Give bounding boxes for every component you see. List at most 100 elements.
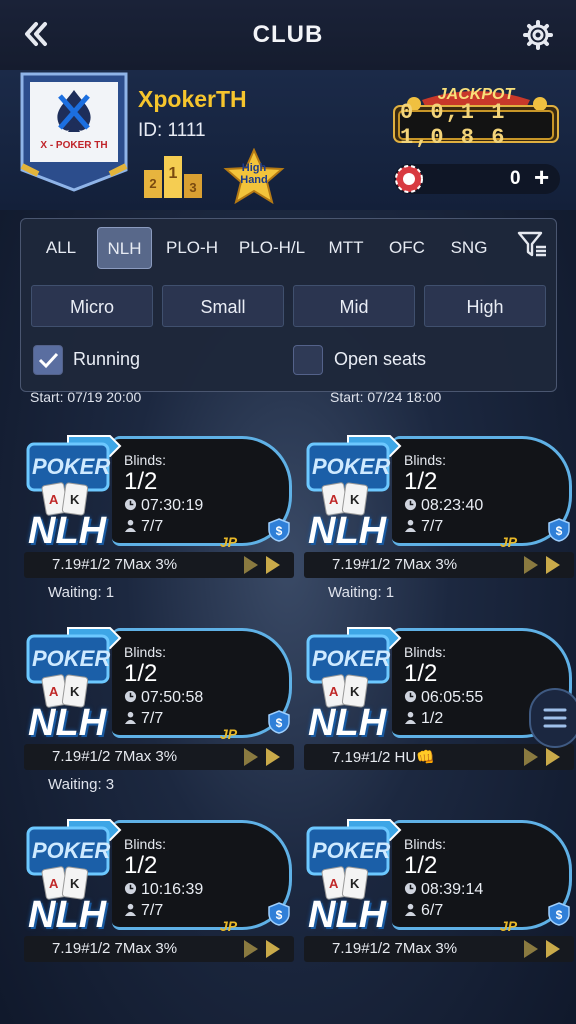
chip-icon <box>394 164 424 194</box>
svg-text:A: A <box>329 492 339 507</box>
tab-all[interactable]: ALL <box>35 227 87 269</box>
insurance-shield-icon: $ <box>548 902 570 926</box>
seats-value: 7/7 <box>421 518 444 535</box>
jackpot-tag: JP <box>500 534 518 550</box>
settings-button[interactable] <box>522 19 554 51</box>
game-logo: A K POKER NLH <box>24 432 124 554</box>
add-chips-button[interactable]: + <box>534 162 549 193</box>
double-arrow-icon <box>524 556 560 574</box>
table-seats: 6/7 <box>404 902 443 920</box>
game-logo: A K POKER NLH <box>304 816 404 938</box>
table-timer: 08:39:14 <box>404 881 483 899</box>
poker-logo-text: POKER <box>32 838 111 863</box>
timer-value: 07:50:58 <box>141 689 204 706</box>
timer-value: 06:05:55 <box>421 689 484 706</box>
high-hand-button[interactable]: High Hand <box>222 147 286 205</box>
level-mid-button[interactable]: Mid <box>293 285 415 327</box>
svg-text:2: 2 <box>149 176 156 191</box>
game-logo: A K POKER NLH <box>304 624 404 746</box>
tab-plo-hl[interactable]: PLO-H/L <box>231 227 313 269</box>
level-micro-button[interactable]: Micro <box>31 285 153 327</box>
tab-mtt[interactable]: MTT <box>319 227 373 269</box>
svg-text:K: K <box>350 684 360 699</box>
svg-text:K: K <box>70 876 80 891</box>
svg-text:A: A <box>329 876 339 891</box>
podium-icon: 2 1 3 <box>144 156 202 198</box>
double-arrow-icon <box>244 940 280 958</box>
clock-icon <box>404 498 417 511</box>
table-card[interactable]: A K POKER NLH Blinds: 1/2 06:05:55 1/2 $… <box>304 624 574 774</box>
svg-text:$: $ <box>556 524 563 538</box>
insurance-shield-icon: $ <box>548 518 570 542</box>
tab-plo-h[interactable]: PLO-H <box>159 227 225 269</box>
table-card[interactable]: A K POKER NLH Blinds: 1/2 07:30:19 7/7 J… <box>24 432 294 601</box>
seats-value: 7/7 <box>141 902 164 919</box>
blinds-value: 1/2 <box>404 660 438 687</box>
person-icon <box>404 711 417 724</box>
waiting-count: Waiting: 1 <box>48 584 115 601</box>
level-small-button[interactable]: Small <box>162 285 284 327</box>
table-card[interactable]: A K POKER NLH Blinds: 1/2 07:50:58 7/7 J… <box>24 624 294 793</box>
table-seats: 7/7 <box>404 518 443 536</box>
advanced-filter-button[interactable] <box>516 227 548 259</box>
jackpot-tag: JP <box>500 918 518 934</box>
club-logo-icon <box>20 72 128 192</box>
waiting-count: Waiting: 3 <box>48 776 115 793</box>
level-high-button[interactable]: High <box>424 285 546 327</box>
poker-logo-text: POKER <box>312 646 391 671</box>
svg-text:$: $ <box>276 524 283 538</box>
double-arrow-icon <box>244 748 280 766</box>
game-type-label: NLH <box>308 894 387 936</box>
tab-nlh[interactable]: NLH <box>97 227 152 269</box>
svg-text:A: A <box>329 684 339 699</box>
svg-text:K: K <box>350 876 360 891</box>
jackpot-amount: 0 0,1 1 1,0 8 6 <box>398 100 554 150</box>
club-badge[interactable]: X - POKER TH <box>20 72 128 192</box>
ranking-button[interactable]: 2 1 3 <box>142 150 204 200</box>
gear-icon <box>523 20 553 50</box>
insurance-shield-icon: $ <box>268 518 290 542</box>
table-card[interactable]: A K POKER NLH Blinds: 1/2 08:39:14 6/7 J… <box>304 816 574 966</box>
poker-logo-text: POKER <box>312 454 391 479</box>
svg-text:3: 3 <box>189 180 196 195</box>
blinds-label: Blinds: <box>404 452 447 468</box>
page-title: CLUB <box>252 21 324 48</box>
club-name: XpokerTH <box>138 86 247 112</box>
svg-text:A: A <box>49 492 59 507</box>
hamburger-menu-icon <box>543 708 567 728</box>
tab-sng[interactable]: SNG <box>441 227 497 269</box>
person-icon <box>404 903 417 916</box>
svg-text:A: A <box>49 684 59 699</box>
clock-icon <box>124 882 137 895</box>
open-seats-checkbox[interactable] <box>293 345 323 375</box>
blinds-label: Blinds: <box>404 644 447 660</box>
table-description: 7.19#1/2 7Max 3% <box>332 556 458 573</box>
table-seats: 7/7 <box>124 710 163 728</box>
filter-panel: ALL NLH PLO-H PLO-H/L MTT OFC SNG Micro … <box>20 218 557 392</box>
game-type-label: NLH <box>28 702 107 744</box>
running-checkbox[interactable] <box>33 345 63 375</box>
poker-logo-text: POKER <box>32 454 111 479</box>
waiting-count: Waiting: 1 <box>328 584 395 601</box>
badge-text: X - POKER TH <box>40 140 108 151</box>
clock-icon <box>124 690 137 703</box>
table-description: 7.19#1/2 7Max 3% <box>52 940 178 957</box>
tab-ofc[interactable]: OFC <box>381 227 433 269</box>
table-card[interactable]: A K POKER NLH Blinds: 1/2 08:23:40 7/7 J… <box>304 432 574 601</box>
menu-button[interactable] <box>529 688 576 748</box>
start-time-left: Start: 07/19 20:00 <box>30 389 142 405</box>
start-time-right: Start: 07/24 18:00 <box>330 389 442 405</box>
filter-funnel-icon <box>517 231 546 257</box>
double-arrow-icon <box>524 748 560 766</box>
blinds-value: 1/2 <box>124 852 158 879</box>
game-logo: A K POKER NLH <box>24 816 124 938</box>
insurance-shield-icon: $ <box>268 902 290 926</box>
table-card[interactable]: A K POKER NLH Blinds: 1/2 10:16:39 7/7 J… <box>24 816 294 966</box>
person-icon <box>124 519 137 532</box>
table-seats: 7/7 <box>124 902 163 920</box>
table-seats: 7/7 <box>124 518 163 536</box>
game-type-label: NLH <box>308 702 387 744</box>
game-type-tabs: ALL NLH PLO-H PLO-H/L MTT OFC SNG <box>21 227 558 269</box>
back-button[interactable] <box>22 18 50 57</box>
person-icon <box>404 519 417 532</box>
